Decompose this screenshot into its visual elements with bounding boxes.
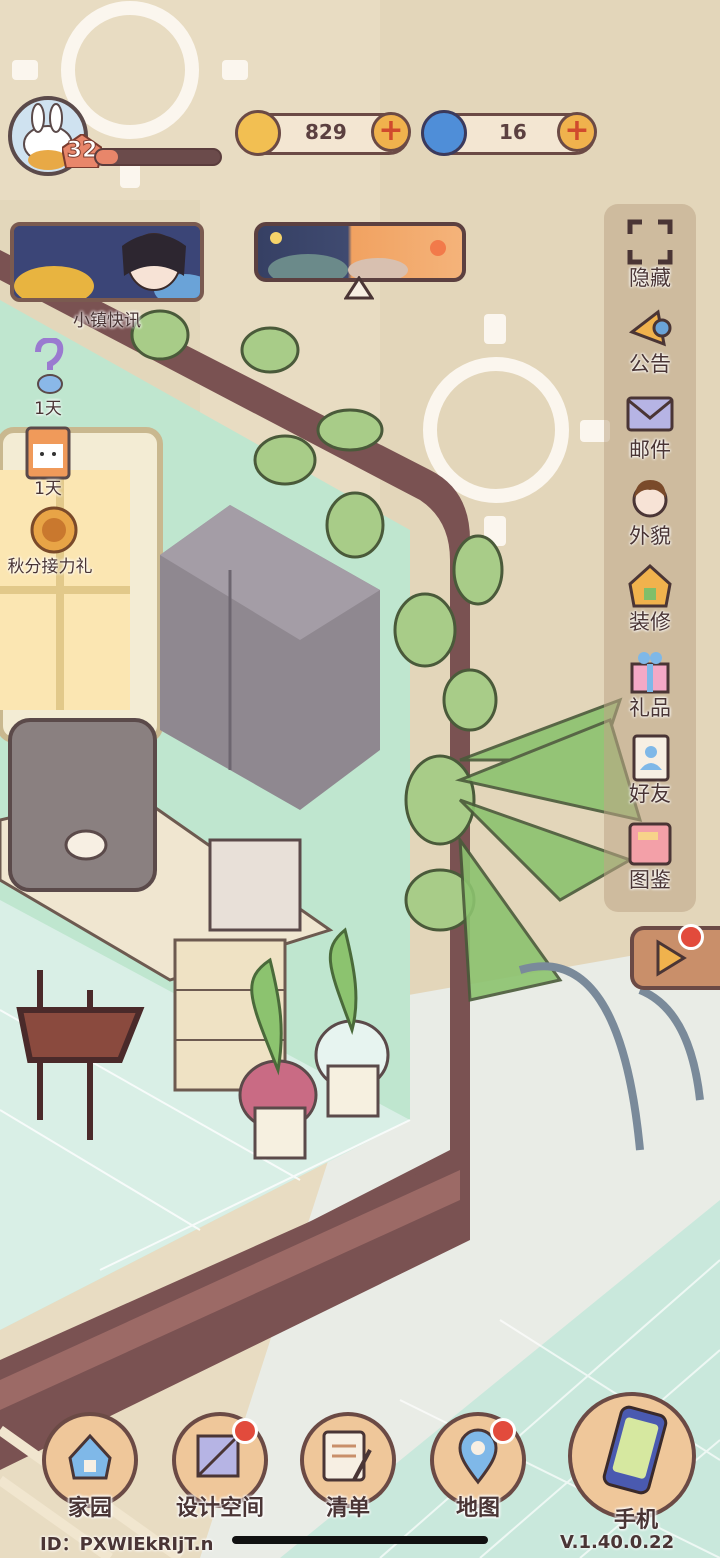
contact-book-icon (632, 734, 670, 782)
phone-icon (602, 1405, 668, 1495)
time-pointer-icon (344, 276, 374, 300)
side-menu-label: 隐藏 (629, 266, 671, 290)
nav-label: 手机 (613, 1508, 658, 1533)
home-indicator[interactable] (232, 1536, 488, 1544)
nav-home[interactable]: 家园 (42, 1412, 138, 1521)
megaphone-icon (628, 309, 672, 347)
gem-counter: 16 + (421, 110, 597, 156)
gift-box-icon (630, 652, 670, 694)
album-icon (628, 822, 672, 866)
nav-label: 清单 (325, 1496, 370, 1521)
moon-icon (270, 232, 282, 244)
nav-label: 地图 (455, 1496, 500, 1521)
notification-dot (490, 1418, 516, 1444)
add-coins-button[interactable]: + (371, 112, 411, 152)
friends-button[interactable]: 好友 (604, 730, 696, 816)
milk-box-icon (25, 426, 71, 480)
event-label: 秋分接力礼 (7, 557, 93, 577)
xp-bar-fill (96, 150, 119, 164)
hide-frame-icon (627, 219, 673, 265)
nav-checklist[interactable]: 清单 (300, 1412, 396, 1521)
version-label: V.1.40.0.22 (560, 1532, 675, 1553)
appearance-button[interactable]: 外貌 (604, 472, 696, 558)
side-menu-label: 外貌 (629, 524, 671, 548)
nav-label: 设计空间 (175, 1496, 264, 1521)
gem-amount: 16 (499, 120, 527, 144)
event-question-potion[interactable]: 1天 (18, 336, 78, 419)
side-menu-label: 礼品 (629, 696, 671, 720)
event-milk-box[interactable]: 1天 (16, 422, 80, 499)
day-night-scene (268, 232, 446, 278)
announcement-button[interactable]: 公告 (604, 300, 696, 386)
event-timer-label: 1天 (34, 479, 62, 499)
news-character-icon (14, 226, 200, 298)
event-mid-autumn-relay[interactable]: 秋分接力礼 (0, 500, 100, 577)
notification-dot (232, 1418, 258, 1444)
home-icon (68, 1433, 112, 1480)
decorate-button[interactable]: 装修 (604, 558, 696, 644)
hide-ui-button[interactable]: 隐藏 (604, 214, 696, 300)
side-menu-label: 装修 (629, 610, 671, 634)
checklist-icon (322, 1430, 372, 1482)
mail-button[interactable]: 邮件 (604, 386, 696, 472)
sun-icon (430, 240, 446, 256)
coin-icon (235, 110, 281, 156)
gem-swirl-icon (421, 110, 467, 156)
house-wrench-icon (628, 563, 672, 608)
collection-button[interactable]: 图鉴 (604, 816, 696, 902)
player-id: ID：PXWIEkRIjT.n (40, 1534, 214, 1555)
question-potion-icon (35, 336, 64, 394)
nav-label: 家园 (67, 1496, 112, 1521)
notification-dot (678, 924, 704, 950)
side-menu-label: 好友 (629, 782, 671, 806)
side-menu: 隐藏 公告 邮件 外貌 装修 礼品 好友 图鉴 (604, 204, 696, 912)
town-news-banner[interactable] (10, 222, 204, 302)
expand-menu-button[interactable] (630, 926, 720, 990)
coin-amount: 829 (305, 120, 347, 144)
add-gems-button[interactable]: + (557, 112, 597, 152)
coin-counter: 829 + (235, 110, 411, 156)
side-menu-label: 公告 (629, 352, 671, 376)
town-news-label: 小镇快讯 (73, 311, 141, 331)
day-night-indicator[interactable] (254, 222, 466, 282)
event-timer-label: 1天 (34, 399, 62, 419)
nav-phone[interactable]: 手机 (568, 1392, 696, 1533)
mail-icon (626, 396, 674, 432)
mooncake-icon (30, 506, 78, 554)
gift-button[interactable]: 礼品 (604, 644, 696, 730)
xp-bar (94, 148, 222, 166)
side-menu-label: 图鉴 (629, 868, 671, 892)
avatar-face-icon (632, 480, 668, 518)
side-menu-label: 邮件 (629, 438, 671, 462)
